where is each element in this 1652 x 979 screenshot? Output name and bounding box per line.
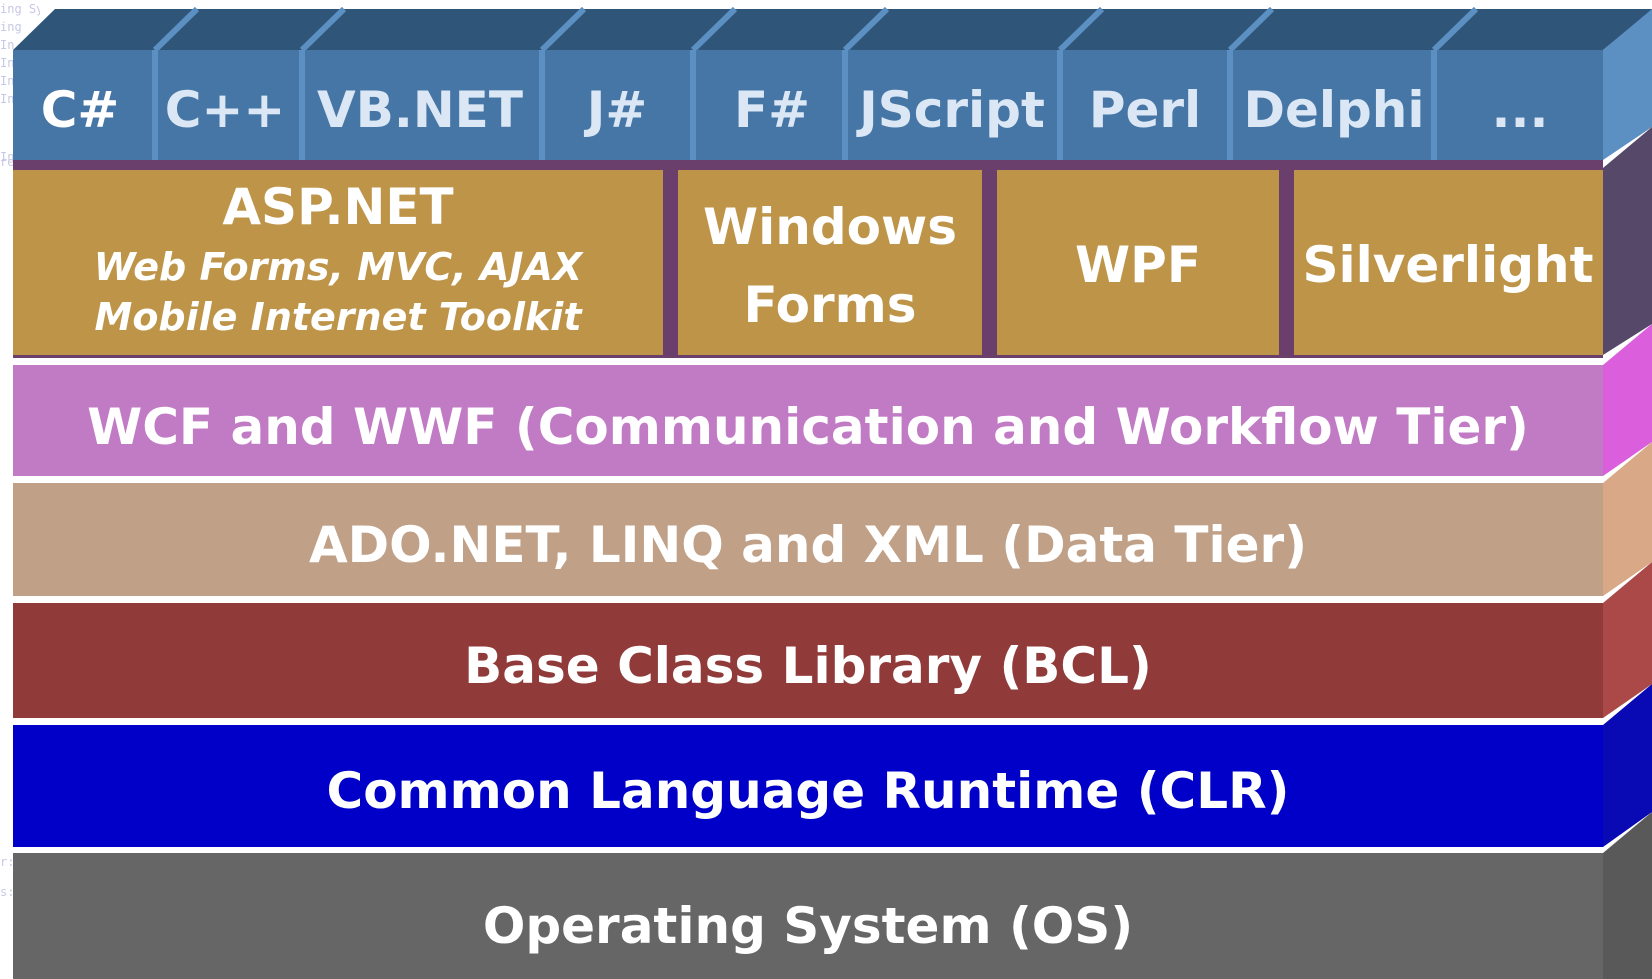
windows-forms-line-1: Windows bbox=[703, 198, 957, 256]
dotnet-architecture-diagram: Operating System (OS) Common Language Ru… bbox=[0, 0, 1652, 979]
lang-cell-csharp: C# bbox=[13, 50, 155, 160]
lang-label: C# bbox=[41, 81, 120, 139]
wpf-label: WPF bbox=[1075, 236, 1201, 294]
tier-os-label: Operating System (OS) bbox=[483, 897, 1133, 955]
windows-forms-line-2: Forms bbox=[744, 276, 917, 334]
box-silverlight: Silverlight bbox=[1294, 170, 1603, 355]
lang-label: ... bbox=[1492, 81, 1549, 139]
lang-label: Perl bbox=[1089, 81, 1201, 139]
tier-bcl-label: Base Class Library (BCL) bbox=[464, 637, 1152, 695]
tier-languages: C# C++ VB.NET J# F# JScript Perl Delphi … bbox=[13, 6, 1652, 160]
box-aspnet: ASP.NET Web Forms, MVC, AJAX Mobile Inte… bbox=[13, 170, 663, 355]
tier-wcf-label: WCF and WWF (Communication and Workflow … bbox=[87, 398, 1529, 456]
lang-label: Delphi bbox=[1243, 81, 1424, 139]
silverlight-label: Silverlight bbox=[1302, 236, 1593, 294]
lang-cell-jsharp: J# bbox=[545, 50, 693, 160]
box-wpf: WPF bbox=[997, 170, 1279, 355]
tier-ado-label: ADO.NET, LINQ and XML (Data Tier) bbox=[309, 516, 1307, 574]
lang-label: F# bbox=[734, 81, 810, 139]
lang-cell-cpp: C++ bbox=[158, 50, 302, 160]
tier-clr-label: Common Language Runtime (CLR) bbox=[327, 762, 1290, 820]
lang-label: VB.NET bbox=[317, 81, 523, 139]
aspnet-title: ASP.NET bbox=[222, 178, 453, 236]
lang-cell-fsharp: F# bbox=[696, 50, 845, 160]
lang-cell-vbnet: VB.NET bbox=[305, 50, 542, 160]
box-windows-forms: Windows Forms bbox=[678, 170, 982, 355]
aspnet-subtitle-line-2: Mobile Internet Toolkit bbox=[95, 295, 584, 339]
lang-cell-jscript: JScript bbox=[848, 50, 1060, 160]
lang-label: C++ bbox=[165, 81, 285, 139]
aspnet-subtitle-line-1: Web Forms, MVC, AJAX bbox=[94, 245, 584, 289]
lang-cell-perl: Perl bbox=[1063, 50, 1230, 160]
lang-label: J# bbox=[584, 81, 648, 139]
lang-label: JScript bbox=[856, 81, 1045, 139]
lang-cell-delphi: Delphi bbox=[1233, 50, 1434, 160]
tier-presentation: ASP.NET Web Forms, MVC, AJAX Mobile Inte… bbox=[13, 127, 1652, 358]
lang-cell-more: ... bbox=[1437, 50, 1603, 160]
